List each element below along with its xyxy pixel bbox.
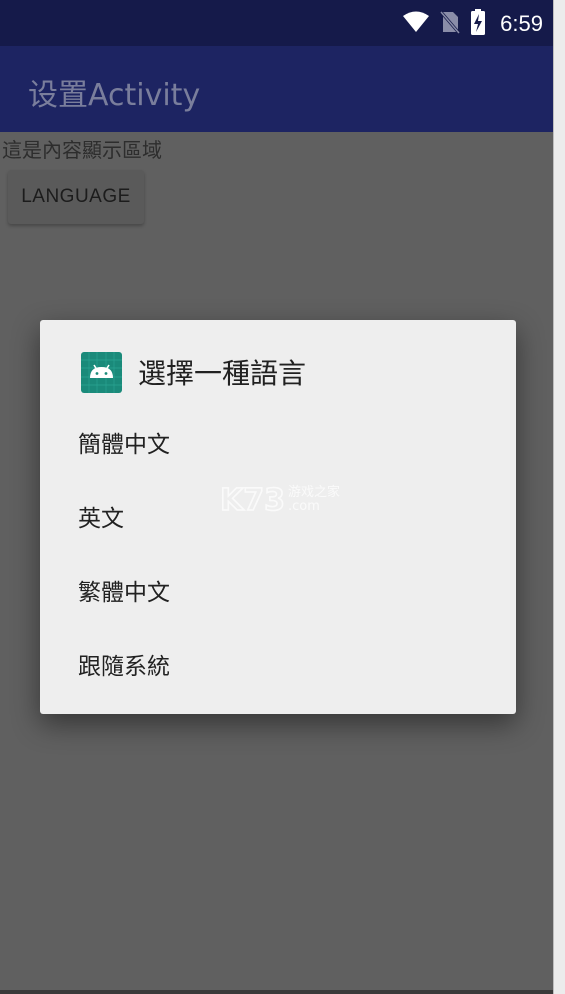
option-traditional-chinese[interactable]: 繁體中文 (40, 556, 516, 630)
wifi-icon (402, 11, 430, 37)
language-button[interactable]: LANGUAGE (8, 170, 144, 224)
option-simplified-chinese[interactable]: 簡體中文 (40, 408, 516, 482)
status-bar: 6:59 (0, 0, 553, 46)
status-time: 6:59 (500, 11, 543, 36)
bottom-edge (0, 990, 553, 994)
language-options-list: 簡體中文 英文 繁體中文 跟隨系統 (40, 408, 516, 704)
no-sim-icon (440, 10, 461, 38)
watermark-brand: K73 (220, 483, 285, 518)
battery-charging-icon (470, 9, 486, 39)
app-bar-title: 设置Activity (28, 78, 201, 113)
android-app-icon (81, 351, 122, 393)
status-icons: 6:59 (402, 9, 543, 39)
dialog-title: 選擇一種語言 (138, 357, 307, 390)
watermark-text: 游戏之家 (288, 484, 340, 500)
option-follow-system[interactable]: 跟隨系統 (40, 630, 516, 704)
app-bar: 设置Activity (0, 46, 553, 132)
side-panel-edge (553, 0, 565, 994)
phone-screen: 6:59 设置Activity 這是內容顯示區域 LANGUAGE 選擇一種語言… (0, 0, 553, 990)
dialog-header: 選擇一種語言 (81, 351, 306, 393)
content-text: 這是內容顯示區域 (2, 138, 162, 162)
watermark-domain: .com (288, 499, 320, 514)
watermark-logo: K73 游戏之家 .com (219, 480, 360, 520)
